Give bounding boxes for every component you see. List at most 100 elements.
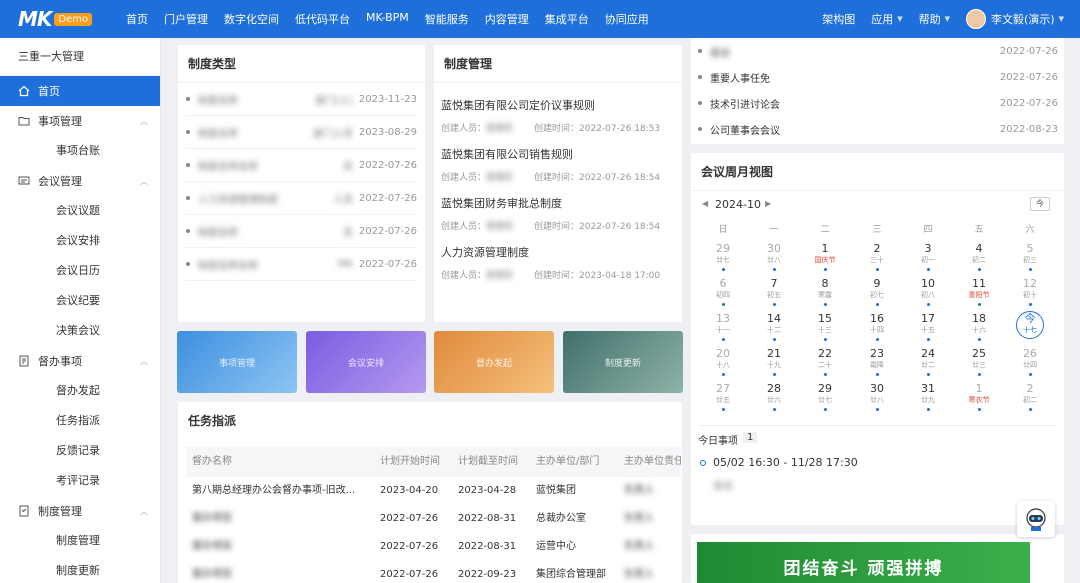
nav-item-smart-service[interactable]: 智能服务: [425, 11, 469, 27]
policy-item[interactable]: 蓝悦集团有限公司销售规则 创建人员：管理员 创建时间：2022-07-26 18:5…: [441, 146, 677, 183]
calendar-day[interactable]: 27 廿五: [703, 382, 743, 411]
day-number: 7: [770, 277, 778, 290]
table-row[interactable]: 第八期总经理办公会督办事项-旧改... 2023-04-20 2023-04-28 蓝…: [186, 477, 681, 505]
calendar-day[interactable]: 20 十八: [703, 347, 743, 376]
lunar-label: 廿八: [870, 396, 884, 404]
calendar-day[interactable]: 15 十三: [805, 312, 845, 341]
nav-item-collab[interactable]: 协同应用: [605, 11, 649, 27]
calendar-day[interactable]: 21 十九: [754, 347, 794, 376]
calendar-day[interactable]: 30 廿八: [754, 242, 794, 271]
calendar-day[interactable]: 8 寒露: [805, 277, 845, 306]
calendar-day[interactable]: 10 初八: [908, 277, 948, 306]
shortcut-banner[interactable]: 督办发起: [434, 331, 554, 393]
list-item[interactable]: 人力资源管理制度 人员 2022-07-26: [186, 182, 417, 215]
meeting-list-item[interactable]: 会议 2022-07-26: [698, 43, 1058, 59]
list-item[interactable]: 制度名称 部门(人) 2023-11-23: [186, 83, 417, 116]
sidebar-group-items[interactable]: 事项管理 ︿: [0, 106, 160, 136]
sidebar-group-supervision[interactable]: 督办事项 ︿: [0, 346, 160, 376]
list-item[interactable]: 制度名称名称 MK 2022-07-26: [186, 248, 417, 281]
prev-month-icon[interactable]: ◀: [702, 199, 708, 208]
calendar-day[interactable]: 1 寒衣节: [959, 382, 999, 411]
assistant-button[interactable]: [1017, 501, 1055, 537]
calendar-day[interactable]: 29 廿七: [703, 242, 743, 271]
policy-item[interactable]: 人力资源管理制度 创建人员：管理员 创建时间：2023-04-18 17:00: [441, 244, 677, 281]
next-month-icon[interactable]: ▶: [765, 199, 771, 208]
lunar-label: 十八: [716, 361, 730, 369]
sidebar-item-feedback[interactable]: 反馈记录: [0, 436, 160, 466]
calendar-day[interactable]: 16 十四: [857, 312, 897, 341]
nav-item-bpm[interactable]: MK-BPM: [366, 11, 409, 27]
calendar-day[interactable]: 23 霜降: [857, 347, 897, 376]
shortcut-banner[interactable]: 事项管理: [177, 331, 297, 393]
sidebar-item-meeting-topics[interactable]: 会议议题: [0, 196, 160, 226]
calendar-day[interactable]: 14 十二: [754, 312, 794, 341]
list-item[interactable]: 制度名称名称 员 2022-07-26: [186, 149, 417, 182]
nav-item-integration[interactable]: 集成平台: [545, 11, 589, 27]
calendar-day[interactable]: 今十七: [1010, 312, 1050, 335]
policy-item[interactable]: 蓝悦集团有限公司定价议事规则 创建人员：管理员 创建时间：2022-07-26 18…: [441, 97, 677, 134]
apps-menu[interactable]: 应用 ▼: [871, 11, 902, 27]
event-time[interactable]: 05/02 16:30 - 11/28 17:30: [713, 456, 858, 469]
bullet-icon: [698, 127, 702, 131]
calendar-day[interactable]: 2 三十: [857, 242, 897, 271]
shortcut-banner[interactable]: 制度更新: [563, 331, 683, 393]
table-row[interactable]: 督办项目 2022-07-26 2022-09-23 集团综合管理部 负责人: [186, 561, 681, 583]
sidebar-item-decision-meeting[interactable]: 决策会议: [0, 316, 160, 346]
sidebar-group-meetings[interactable]: 会议管理 ︿: [0, 166, 160, 196]
calendar-day[interactable]: 22 二十: [805, 347, 845, 376]
calendar-day[interactable]: 25 廿三: [959, 347, 999, 376]
calendar-day[interactable]: 18 十六: [959, 312, 999, 341]
sidebar-item-home[interactable]: 首页: [0, 76, 160, 106]
shortcut-banner[interactable]: 会议安排: [306, 331, 426, 393]
calendar-day[interactable]: 29 廿七: [805, 382, 845, 411]
sidebar-item-meeting-calendar[interactable]: 会议日历: [0, 256, 160, 286]
list-item[interactable]: 制度名称 部门人员 2023-08-29: [186, 116, 417, 149]
calendar-day[interactable]: 6 初四: [703, 277, 743, 306]
calendar-day[interactable]: 31 廿九: [908, 382, 948, 411]
event-name[interactable]: 会议: [713, 477, 733, 492]
list-item[interactable]: 制度名称 员 2022-07-26: [186, 215, 417, 248]
sidebar-item-matter-ledger[interactable]: 事项台账: [0, 136, 160, 166]
calendar-day[interactable]: 7 初五: [754, 277, 794, 306]
calendar-day[interactable]: 1 国庆节: [805, 242, 845, 271]
sidebar-group-policy[interactable]: 制度管理 ︿: [0, 496, 160, 526]
calendar-day[interactable]: 26 廿四: [1010, 347, 1050, 376]
calendar-day[interactable]: 5 初三: [1010, 242, 1050, 271]
calendar-day[interactable]: 17 十五: [908, 312, 948, 341]
policy-item[interactable]: 蓝悦集团财务审批总制度 创建人员：管理员 创建时间：2022-07-26 18:54: [441, 195, 677, 232]
nav-item-content[interactable]: 内容管理: [485, 11, 529, 27]
calendar-day[interactable]: 2 初二: [1010, 382, 1050, 411]
sidebar-item-meeting-minutes[interactable]: 会议纪要: [0, 286, 160, 316]
nav-item-lowcode[interactable]: 低代码平台: [295, 11, 350, 27]
sidebar-item-policy-update[interactable]: 制度更新: [0, 556, 160, 583]
calendar-day[interactable]: 28 廿六: [754, 382, 794, 411]
calendar-day[interactable]: 13 十一: [703, 312, 743, 341]
calendar-day[interactable]: 30 廿八: [857, 382, 897, 411]
nav-item-digital-space[interactable]: 数字化空间: [224, 11, 279, 27]
sidebar-item-supervise-start[interactable]: 督办发起: [0, 376, 160, 406]
calendar-day[interactable]: 24 廿二: [908, 347, 948, 376]
brand-logo[interactable]: MK Demo: [18, 7, 110, 31]
sidebar-item-meeting-schedule[interactable]: 会议安排: [0, 226, 160, 256]
meeting-list-item[interactable]: 重要人事任免 2022-07-26: [698, 69, 1058, 85]
calendar-day[interactable]: 9 初七: [857, 277, 897, 306]
table-row[interactable]: 督办项目 2022-07-26 2022-08-31 运营中心 负责人: [186, 533, 681, 561]
sidebar-item-policy-mgmt[interactable]: 制度管理: [0, 526, 160, 556]
nav-item-home[interactable]: 首页: [126, 11, 148, 27]
calendar-day[interactable]: 12 初十: [1010, 277, 1050, 306]
calendar-day[interactable]: 3 初一: [908, 242, 948, 271]
nav-item-portal[interactable]: 门户管理: [164, 11, 208, 27]
help-menu[interactable]: 帮助 ▼: [919, 11, 950, 27]
policy-type-owner: 部门(人): [315, 95, 353, 107]
meeting-list-item[interactable]: 公司董事会会议 2022-08-23: [698, 121, 1058, 137]
meeting-list-item[interactable]: 技术引进讨论会 2022-07-26: [698, 95, 1058, 111]
table-cell: 运营中心: [536, 541, 576, 552]
sidebar-item-task-assign[interactable]: 任务指派: [0, 406, 160, 436]
user-menu[interactable]: 李文毅(演示) ▼: [966, 9, 1064, 29]
today-button[interactable]: 今: [1030, 197, 1050, 211]
sidebar-item-evaluation[interactable]: 考评记录: [0, 466, 160, 496]
architecture-link[interactable]: 架构图: [822, 11, 855, 27]
calendar-day[interactable]: 4 初二: [959, 242, 999, 271]
calendar-day[interactable]: 11 重阳节: [959, 277, 999, 306]
table-row[interactable]: 督办项目 2022-07-26 2022-08-31 总裁办公室 负责人: [186, 505, 681, 533]
